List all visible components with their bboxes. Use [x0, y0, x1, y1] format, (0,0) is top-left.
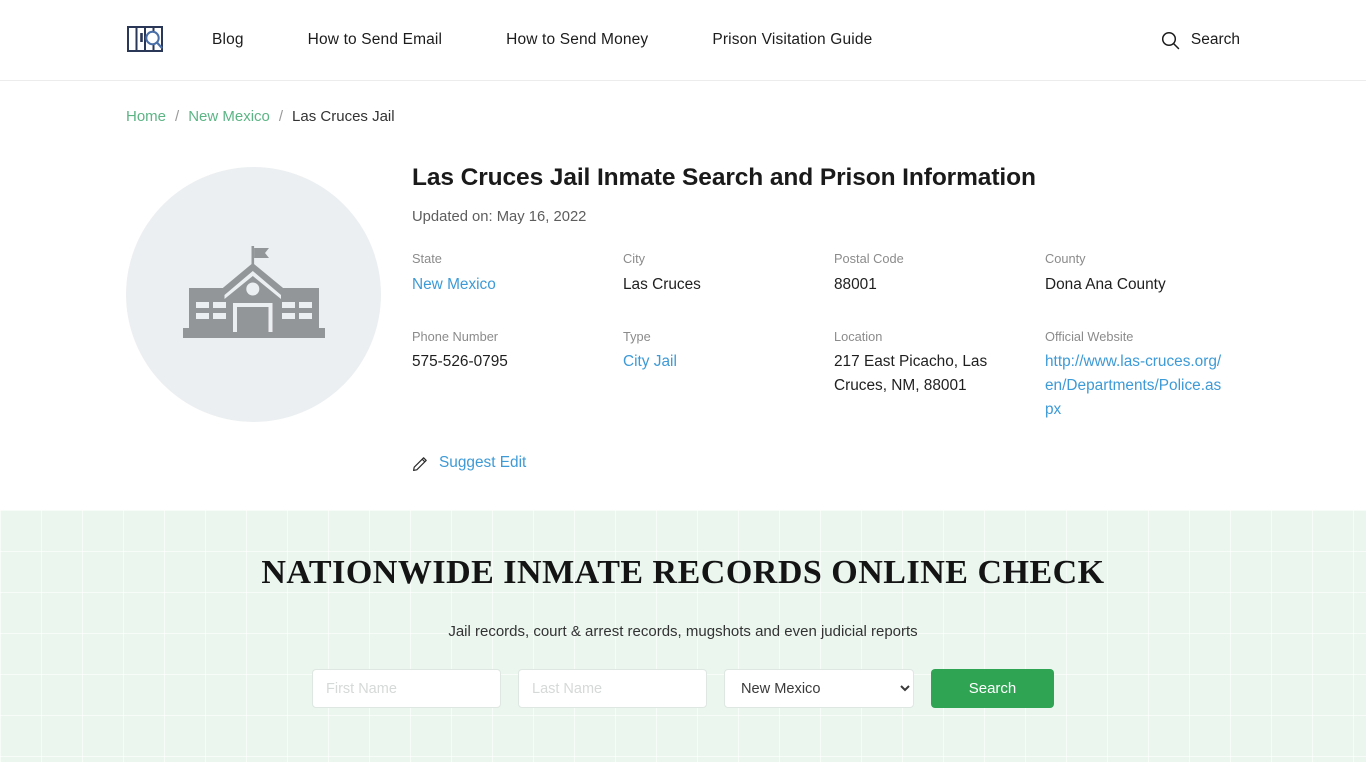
pencil-icon [413, 457, 427, 472]
nav-item-prison-visitation-guide[interactable]: Prison Visitation Guide [712, 31, 872, 49]
search-section-heading: NATIONWIDE INMATE RECORDS ONLINE CHECK [261, 554, 1105, 592]
last-updated: Updated on: May 16, 2022 [412, 209, 587, 226]
state-link[interactable]: New Mexico [412, 276, 496, 293]
search-submit-button[interactable]: Search [931, 669, 1054, 709]
detail-value: Las Cruces [623, 275, 701, 293]
main-navigation: Blog How to Send Email How to Send Money… [212, 31, 1161, 49]
facility-info: Las Cruces Jail Inmate Search and Prison… [381, 159, 1240, 472]
detail-location: Location 217 East Picacho, Las Cruces, N… [834, 329, 1045, 422]
detail-label: Official Website [1045, 328, 1134, 344]
facility-image [126, 167, 381, 422]
inmate-search-form: New Mexico Search [0, 669, 1366, 709]
breadcrumb-item-new-mexico[interactable]: New Mexico [188, 108, 270, 125]
suggest-edit-button[interactable]: Suggest Edit [412, 454, 1240, 472]
last-name-input[interactable] [518, 669, 707, 709]
detail-city: City Las Cruces [623, 251, 834, 296]
detail-phone-number: Phone Number 575-526-0795 [412, 329, 623, 422]
detail-value: 575-526-0795 [412, 353, 508, 371]
breadcrumb-item-home[interactable]: Home [126, 108, 166, 125]
detail-label: Type [623, 328, 651, 344]
detail-postal-code: Postal Code 88001 [834, 251, 1045, 296]
breadcrumb-separator: / [175, 108, 180, 125]
detail-type: Type City Jail [623, 329, 834, 422]
detail-official-website: Official Website http://www.las-cruces.o… [1045, 329, 1240, 422]
detail-value: New Mexico [412, 273, 611, 297]
detail-value: 88001 [834, 275, 877, 293]
detail-label: Location [834, 328, 883, 344]
detail-label: Postal Code [834, 251, 904, 267]
header-search-button[interactable]: Search [1161, 31, 1240, 50]
header-search-label: Search [1190, 31, 1240, 48]
detail-label: State [412, 251, 442, 267]
site-header: Blog How to Send Email How to Send Money… [0, 0, 1366, 81]
detail-value: City Jail [623, 350, 822, 374]
institution-building-icon [182, 245, 325, 338]
search-section-subheading: Jail records, court & arrest records, mu… [448, 623, 918, 641]
nav-item-how-to-send-email[interactable]: How to Send Email [308, 31, 442, 49]
page-title: Las Cruces Jail Inmate Search and Prison… [412, 164, 1036, 191]
jail-bars-search-icon [127, 26, 163, 52]
suggest-edit-label: Suggest Edit [439, 454, 527, 472]
facility-details-grid: State New Mexico City Las Cruces Postal … [412, 251, 1240, 422]
detail-value: Dona Ana County [1045, 275, 1166, 293]
first-name-input[interactable] [312, 669, 501, 709]
nationwide-search-section: NATIONWIDE INMATE RECORDS ONLINE CHECK J… [0, 510, 1366, 763]
detail-value: 217 East Picacho, Las Cruces, NM, 88001 [834, 353, 988, 395]
nav-item-blog[interactable]: Blog [212, 31, 244, 49]
official-website-link[interactable]: http://www.las-cruces.org/en/Departments… [1045, 353, 1221, 418]
state-select[interactable]: New Mexico [724, 669, 914, 709]
breadcrumb: Home / New Mexico / Las Cruces Jail [0, 81, 1366, 125]
breadcrumb-item-current: Las Cruces Jail [292, 108, 395, 125]
detail-county: County Dona Ana County [1045, 251, 1240, 296]
detail-label: County [1045, 251, 1086, 267]
site-logo[interactable] [126, 21, 172, 59]
detail-state: State New Mexico [412, 251, 623, 296]
search-icon [1161, 31, 1180, 49]
breadcrumb-separator: / [278, 108, 284, 125]
type-link[interactable]: City Jail [623, 353, 677, 370]
nav-item-how-to-send-money[interactable]: How to Send Money [506, 31, 648, 49]
detail-value: http://www.las-cruces.org/en/Departments… [1045, 350, 1228, 422]
detail-label: City [623, 251, 646, 267]
detail-label: Phone Number [412, 328, 499, 344]
facility-section: Las Cruces Jail Inmate Search and Prison… [0, 125, 1366, 472]
